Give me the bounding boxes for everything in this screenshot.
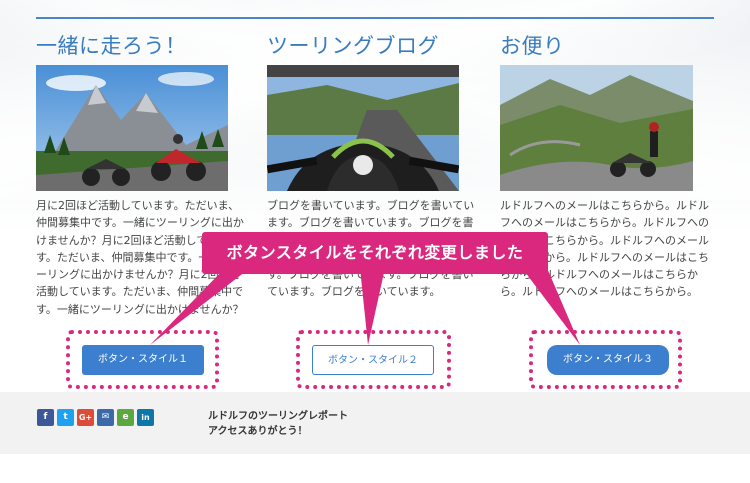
social-icons: f t G+ ✉ e in <box>37 409 154 426</box>
facebook-icon[interactable]: f <box>37 409 54 426</box>
linkedin-icon[interactable]: in <box>137 409 154 426</box>
top-divider <box>36 17 714 19</box>
mail-icon[interactable]: ✉ <box>97 409 114 426</box>
button-style-2[interactable]: ボタン・スタイル２ <box>312 345 434 375</box>
photo-motorcycles-mountain <box>36 65 228 191</box>
footer-thanks: アクセスありがとう！ <box>208 426 308 437</box>
google-plus-icon[interactable]: G+ <box>77 409 94 426</box>
column-letters: お便り ルドルフへのメールはこちらから。ルドルフへのメールはこちらから。ルドルフ… <box>500 30 710 298</box>
column-title: お便り <box>500 34 565 58</box>
photo-motorcycle-valley <box>500 65 693 191</box>
photo-riders-view-road <box>267 65 459 191</box>
column-title: ツーリングブログ <box>267 34 439 58</box>
column-title: 一緒に走ろう！ <box>36 34 187 58</box>
evernote-icon[interactable]: e <box>117 409 134 426</box>
footer-text: ルドルフのツーリングレポート アクセスありがとう！ <box>208 409 348 439</box>
button-style-3[interactable]: ボタン・スタイル３ <box>547 345 669 375</box>
button-style-1[interactable]: ボタン・スタイル１ <box>82 345 204 375</box>
footer-site-name: ルドルフのツーリングレポート <box>208 411 348 422</box>
column-join-us: 一緒に走ろう！ 月に2回ほど活動しています。ただいま、仲間募集中です。一緒にツー… <box>36 30 246 316</box>
footer-bottom-bar <box>0 454 750 483</box>
twitter-icon[interactable]: t <box>57 409 74 426</box>
column-touring-blog: ツーリングブログ ブログを書いています。ブログを書いています。ブログを書いていま… <box>267 30 477 298</box>
callout-text: ボタンスタイルをそれぞれ変更しました <box>226 243 524 262</box>
